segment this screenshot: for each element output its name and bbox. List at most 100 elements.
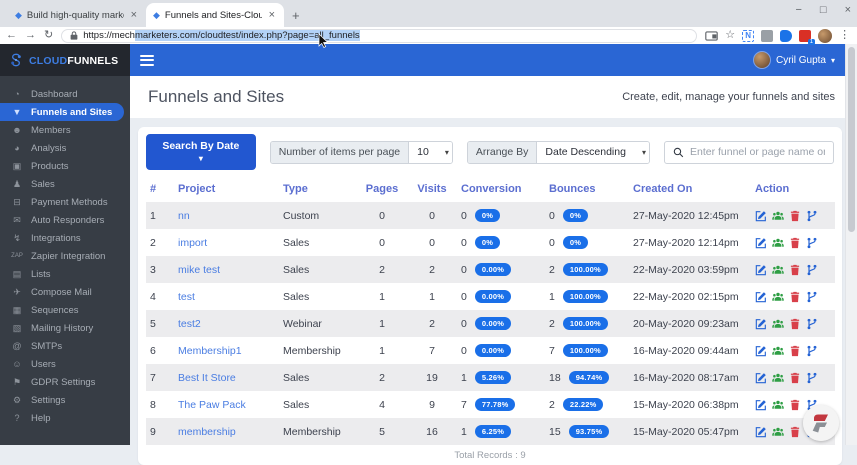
project-link[interactable]: membership — [178, 426, 236, 438]
branch-icon[interactable] — [806, 318, 818, 330]
edit-icon[interactable] — [755, 345, 767, 357]
project-link[interactable]: mike test — [178, 264, 220, 276]
project-link[interactable]: test2 — [178, 318, 201, 330]
browser-tab-inactive[interactable]: ◆ Build high-quality marketing fun × — [8, 3, 146, 27]
sidebar-item-members[interactable]: ☻Members — [0, 121, 130, 139]
url-field[interactable]: https://mechmarketers.com/cloudtest/inde… — [61, 29, 697, 43]
sidebar-item-auto-responders[interactable]: ✉Auto Responders — [0, 211, 130, 229]
forward-icon[interactable]: → — [25, 30, 36, 41]
sidebar-item-help[interactable]: ?Help — [0, 409, 130, 427]
members-icon[interactable] — [772, 426, 784, 438]
delete-icon[interactable] — [789, 291, 801, 303]
sidebar-item-integrations[interactable]: ↯Integrations — [0, 229, 130, 247]
sidebar-item-mailing-history[interactable]: ▧Mailing History — [0, 319, 130, 337]
project-link[interactable]: import — [178, 237, 207, 249]
extension-n-icon[interactable]: N — [742, 30, 754, 42]
extension-gray-icon[interactable] — [761, 30, 773, 42]
delete-icon[interactable] — [789, 345, 801, 357]
sidebar-item-gdpr-settings[interactable]: ⚑GDPR Settings — [0, 373, 130, 391]
close-tab-icon[interactable]: × — [267, 9, 277, 21]
delete-icon[interactable] — [789, 426, 801, 438]
project-link[interactable]: test — [178, 291, 195, 303]
members-icon[interactable] — [772, 291, 784, 303]
extension-red-icon[interactable]: 1 — [799, 30, 811, 42]
extension-blue-icon[interactable] — [780, 30, 792, 42]
items-per-page-select[interactable]: 10▾ — [409, 142, 453, 163]
edit-icon[interactable] — [755, 426, 767, 438]
sidebar-item-users[interactable]: ☺Users — [0, 355, 130, 373]
user-menu[interactable]: Cyril Gupta ▾ — [753, 51, 835, 69]
sidebar-item-zapier-integration[interactable]: ZAPZapier Integration — [0, 247, 130, 265]
delete-icon[interactable] — [789, 237, 801, 249]
browser-profile-avatar[interactable] — [818, 29, 832, 43]
cast-icon[interactable] — [705, 31, 718, 41]
project-link[interactable]: nn — [178, 210, 190, 222]
edit-icon[interactable] — [755, 318, 767, 330]
page-title: Funnels and Sites — [148, 87, 284, 107]
members-icon[interactable] — [772, 318, 784, 330]
edit-icon[interactable] — [755, 237, 767, 249]
edit-icon[interactable] — [755, 210, 767, 222]
project-link[interactable]: Best It Store — [178, 372, 236, 384]
edit-icon[interactable] — [755, 372, 767, 384]
minimize-icon[interactable]: − — [795, 4, 801, 16]
branch-icon[interactable] — [806, 291, 818, 303]
branch-icon[interactable] — [806, 372, 818, 384]
members-icon[interactable] — [772, 372, 784, 384]
delete-icon[interactable] — [789, 264, 801, 276]
sidebar-item-sequences[interactable]: ▦Sequences — [0, 301, 130, 319]
sidebar-item-funnels-and-sites[interactable]: ▼Funnels and Sites — [0, 103, 124, 121]
bounce-count: 1 — [549, 291, 555, 303]
scrollbar-thumb[interactable] — [848, 47, 855, 232]
sidebar-item-label: Users — [31, 359, 56, 370]
hamburger-menu-icon[interactable] — [140, 52, 154, 68]
members-icon[interactable] — [772, 210, 784, 222]
maximize-icon[interactable]: □ — [820, 4, 827, 16]
members-icon[interactable] — [772, 345, 784, 357]
delete-icon[interactable] — [789, 318, 801, 330]
browser-menu-kebab-icon[interactable]: ⋮ — [839, 30, 850, 41]
arrange-by-select[interactable]: Date Descending▾ — [537, 142, 650, 163]
delete-icon[interactable] — [789, 372, 801, 384]
new-tab-button[interactable]: + — [292, 8, 300, 23]
reload-icon[interactable]: ↻ — [44, 30, 53, 41]
browser-tab-active[interactable]: ◆ Funnels and Sites-CloudFunnels × — [146, 3, 284, 27]
search-input[interactable] — [690, 146, 825, 158]
bookmark-star-icon[interactable]: ☆ — [725, 30, 735, 41]
sidebar-item-analysis[interactable]: ◕Analysis — [0, 139, 130, 157]
sidebar-item-sales[interactable]: ♟Sales — [0, 175, 130, 193]
column-header-action: Action — [751, 177, 835, 202]
close-window-icon[interactable]: × — [845, 4, 851, 16]
delete-icon[interactable] — [789, 399, 801, 411]
sidebar-item-smtps[interactable]: @SMTPs — [0, 337, 130, 355]
edit-icon[interactable] — [755, 264, 767, 276]
sidebar-item-products[interactable]: ▣Products — [0, 157, 130, 175]
page-scrollbar[interactable] — [845, 44, 857, 445]
members-icon[interactable] — [772, 264, 784, 276]
sidebar-item-settings[interactable]: ⚙Settings — [0, 391, 130, 409]
branch-icon[interactable] — [806, 210, 818, 222]
back-icon[interactable]: ← — [6, 30, 17, 41]
conversion-count: 0 — [461, 318, 467, 330]
branch-icon[interactable] — [806, 237, 818, 249]
items-per-page-group: Number of items per page 10▾ — [270, 141, 453, 164]
close-tab-icon[interactable]: × — [129, 9, 139, 21]
edit-icon[interactable] — [755, 291, 767, 303]
sidebar-item-payment-methods[interactable]: ⊟Payment Methods — [0, 193, 130, 211]
bounce-count: 0 — [549, 237, 555, 249]
edit-icon[interactable] — [755, 399, 767, 411]
members-icon[interactable] — [772, 399, 784, 411]
members-icon[interactable] — [772, 237, 784, 249]
project-link[interactable]: The Paw Pack — [178, 399, 246, 411]
conversion-count: 1 — [461, 426, 467, 438]
sidebar-item-label: Sequences — [31, 305, 79, 316]
project-link[interactable]: Membership1 — [178, 345, 242, 357]
sidebar-item-lists[interactable]: ▤Lists — [0, 265, 130, 283]
branch-icon[interactable] — [806, 264, 818, 276]
sidebar-item-dashboard[interactable]: ◔Dashboard — [0, 85, 130, 103]
search-by-date-button[interactable]: Search By Date ▾ — [146, 134, 256, 170]
branch-icon[interactable] — [806, 345, 818, 357]
delete-icon[interactable] — [789, 210, 801, 222]
sidebar-item-compose-mail[interactable]: ✈Compose Mail — [0, 283, 130, 301]
lists-icon: ▤ — [11, 269, 23, 280]
